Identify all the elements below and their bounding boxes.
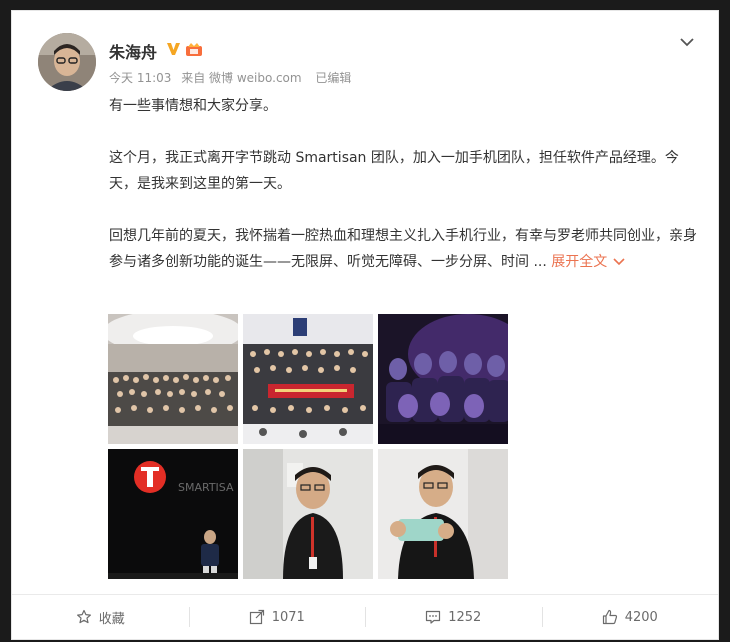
post-image-portrait-office[interactable] xyxy=(243,449,373,579)
chevron-down-icon[interactable] xyxy=(678,33,696,51)
author-name[interactable]: 朱海舟 xyxy=(109,39,157,63)
thumbs-up-icon xyxy=(602,609,617,625)
image-grid: SMARTISA xyxy=(108,314,508,579)
post-paragraph: 这个月，我正式离开字节跳动 Smartisan 团队，加入一加手机团队，担任软件… xyxy=(109,150,679,192)
comment-count: 1252 xyxy=(448,609,482,625)
share-icon xyxy=(249,609,264,625)
post-image-portrait-phone[interactable] xyxy=(378,449,508,579)
edited-label[interactable]: 已编辑 xyxy=(315,71,351,85)
star-icon xyxy=(76,609,91,624)
post-time[interactable]: 今天 11:03 xyxy=(109,71,171,85)
post-image-stage-speaker[interactable]: SMARTISA xyxy=(108,449,238,579)
smartisan-logo-text: SMARTISA xyxy=(178,481,234,494)
expand-label: 展开全文 xyxy=(551,254,608,270)
action-bar: 收藏 1071 1252 4200 xyxy=(12,594,718,639)
comment-button[interactable]: 1252 xyxy=(365,595,542,639)
verified-v-icon xyxy=(167,43,180,55)
repost-count: 1071 xyxy=(271,609,305,625)
post-image-audience[interactable] xyxy=(378,314,508,444)
member-crown-icon[interactable] xyxy=(184,41,204,57)
post-image-group-mall[interactable] xyxy=(108,314,238,444)
post-meta: 今天 11:03 来自 微博 weibo.com 已编辑 xyxy=(109,69,357,86)
like-button[interactable]: 4200 xyxy=(541,595,719,639)
expand-full-text-link[interactable]: 展开全文 xyxy=(551,254,625,270)
favorite-button[interactable]: 收藏 xyxy=(12,595,189,639)
weibo-post-card: 朱海舟 今天 11:03 来自 微博 weibo.com 已编辑 有一些事情想和… xyxy=(11,10,719,640)
post-image-group-banner[interactable] xyxy=(243,314,373,444)
comment-icon xyxy=(426,610,441,624)
post-source: 来自 微博 weibo.com xyxy=(181,71,302,85)
chevron-down-icon xyxy=(613,258,625,266)
repost-button[interactable]: 1071 xyxy=(188,595,366,639)
post-paragraph: 有一些事情想和大家分享。 xyxy=(109,98,277,114)
post-content: 有一些事情想和大家分享。 这个月，我正式离开字节跳动 Smartisan 团队，… xyxy=(109,93,699,275)
post-paragraph: 回想几年前的夏天，我怀揣着一腔热血和理想主义扎入手机行业，有幸与罗老师共同创业，… xyxy=(109,223,699,275)
avatar[interactable] xyxy=(38,33,96,91)
favorite-label: 收藏 xyxy=(98,611,125,627)
like-count: 4200 xyxy=(624,609,658,625)
